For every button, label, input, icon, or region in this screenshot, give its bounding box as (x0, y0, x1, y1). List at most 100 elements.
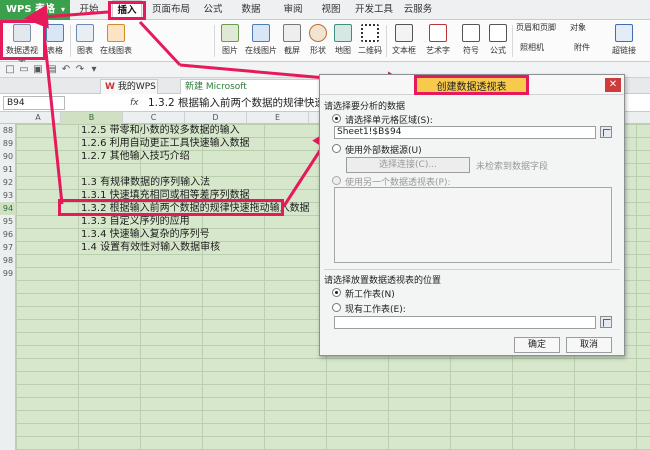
wordart-button[interactable]: 艺术字 (422, 22, 454, 60)
save-icon[interactable]: ▣ (32, 64, 44, 76)
link-icon (615, 24, 633, 42)
range-input[interactable]: Sheet1!$B$94 (334, 126, 596, 139)
dialog-divider (324, 269, 620, 270)
cell[interactable]: 1.3 有规律数据的序列输入法 (81, 176, 210, 189)
menu-data[interactable]: 数据 (238, 0, 264, 20)
online-chart-button[interactable]: 在线图表 (98, 22, 134, 60)
radio-external-source[interactable] (332, 144, 341, 153)
section-placement: 请选择放置数据透视表的位置 (324, 276, 442, 286)
no-fields-text: 未检索到数据字段 (476, 162, 549, 172)
chevron-down-icon[interactable]: ▾ (88, 64, 100, 76)
row-header[interactable]: 99 (0, 267, 16, 280)
menu-page-layout[interactable]: 页面布局 (150, 0, 192, 20)
column-header-b[interactable]: B (61, 112, 123, 124)
row-header[interactable]: 95 (0, 215, 16, 228)
shapes-icon (309, 24, 327, 42)
row-header[interactable]: 89 (0, 137, 16, 150)
range-picker-icon[interactable] (600, 316, 612, 328)
radio-other-pivot[interactable] (332, 176, 341, 185)
radio-existing-sheet[interactable] (332, 303, 341, 312)
range-picker-icon[interactable] (600, 126, 612, 138)
picture-button[interactable]: 图片 (218, 22, 242, 60)
radio-select-range[interactable] (332, 114, 341, 123)
select-connection-button[interactable]: 选择连接(C)... (346, 157, 470, 173)
label-new-sheet: 新工作表(N) (345, 290, 395, 300)
cancel-button[interactable]: 取消 (566, 337, 612, 353)
row-header-selected[interactable]: 94 (0, 202, 16, 215)
row-header[interactable]: 96 (0, 228, 16, 241)
column-header-d[interactable]: D (185, 112, 247, 124)
textbox-button[interactable]: 文本框 (390, 22, 418, 60)
menu-bar: WPS 表格 ▾ 开始 插入 页面布局 公式 数据 审阅 视图 开发工具 云服务 (0, 0, 650, 20)
map-button[interactable]: 地图 (332, 22, 354, 60)
row-header[interactable]: 92 (0, 176, 16, 189)
row-header[interactable]: 93 (0, 189, 16, 202)
wordart-icon (429, 24, 447, 42)
ok-button[interactable]: 确定 (514, 337, 560, 353)
bar-chart-icon (76, 24, 94, 42)
cell[interactable]: 1.3.4 快速输入复杂的序列号 (81, 228, 210, 241)
section-select-data: 请选择要分析的数据 (324, 102, 406, 112)
header-footer-button[interactable]: 页眉和页脚 (516, 22, 566, 40)
menu-developer[interactable]: 开发工具 (354, 0, 394, 20)
tab-my-wps[interactable]: W 我的WPS (100, 79, 158, 94)
chart-button[interactable]: 图表 (74, 22, 96, 60)
menu-view[interactable]: 视图 (318, 0, 344, 20)
label-select-range: 请选择单元格区域(S): (345, 116, 433, 126)
qrcode-icon (361, 24, 379, 42)
existing-sheet-input[interactable] (334, 316, 596, 329)
tab-new-workbook[interactable]: 新建 Microsoft (180, 79, 320, 94)
label-external-source: 使用外部数据源(U) (345, 146, 422, 156)
hyperlink-button[interactable]: 超链接 (608, 22, 640, 60)
symbol-button[interactable]: 符号 (458, 22, 484, 60)
highlight-insert-tab (108, 1, 146, 20)
cell[interactable]: 1.4 设置有效性对输入数据审核 (81, 241, 220, 254)
shapes-button[interactable]: 形状 (306, 22, 330, 60)
online-picture-button[interactable]: 在线图片 (244, 22, 278, 60)
menu-cloud[interactable]: 云服务 (400, 0, 436, 20)
wps-app-menu-button[interactable]: WPS 表格 ▾ (0, 0, 70, 20)
object-button[interactable]: 对象 (570, 22, 600, 40)
menu-review[interactable]: 审阅 (280, 0, 306, 20)
label-existing-sheet: 现有工作表(E): (345, 305, 406, 315)
menu-home[interactable]: 开始 (76, 0, 102, 20)
cell[interactable]: 1.2.7 其他输入技巧介绍 (81, 150, 190, 163)
close-icon[interactable]: ✕ (605, 78, 621, 92)
qrcode-button[interactable]: 二维码 (356, 22, 384, 60)
table-button[interactable]: 表格 (44, 22, 66, 60)
cell[interactable]: 1.3.3 自定义序列的应用 (81, 215, 190, 228)
undo-icon[interactable]: ↶ (60, 64, 72, 76)
column-header-a[interactable]: A (16, 112, 61, 124)
formula-input[interactable]: 1.3.2 根据输入前两个数据的规律快速指 (148, 95, 336, 111)
open-folder-icon[interactable]: ▭ (18, 64, 30, 76)
row-header[interactable]: 98 (0, 254, 16, 267)
ribbon-separator (386, 25, 387, 57)
name-box[interactable]: B94 (3, 96, 65, 110)
new-file-icon[interactable]: □ (4, 64, 16, 76)
app-name: WPS 表格 (6, 4, 56, 15)
ribbon-separator (512, 25, 513, 57)
radio-new-sheet[interactable] (332, 288, 341, 297)
redo-icon[interactable]: ↷ (74, 64, 86, 76)
column-header-c[interactable]: C (123, 112, 185, 124)
picture-icon (221, 24, 239, 42)
row-header[interactable]: 90 (0, 150, 16, 163)
menu-formulas[interactable]: 公式 (200, 0, 226, 20)
online-chart-icon (107, 24, 125, 42)
attachment-button[interactable]: 附件 (574, 42, 602, 58)
row-header[interactable]: 91 (0, 163, 16, 176)
row-header[interactable]: 88 (0, 124, 16, 137)
dialog-title: 创建数据透视表 (414, 75, 529, 95)
row-header[interactable]: 97 (0, 241, 16, 254)
screenshot-button[interactable]: 截屏 (280, 22, 304, 60)
pivot-list[interactable] (334, 187, 612, 263)
camera-button[interactable]: 照相机 (520, 42, 558, 58)
wps-logo-icon: W (105, 82, 115, 92)
equation-button[interactable]: 公式 (486, 22, 510, 60)
cell[interactable]: 1.2.5 带零和小数的较多数据的输入 (81, 124, 240, 137)
fx-icon[interactable]: fx (130, 96, 144, 110)
print-icon[interactable]: ▤ (46, 64, 58, 76)
map-icon (334, 24, 352, 42)
cell[interactable]: 1.2.6 利用自动更正工具快速输入数据 (81, 137, 250, 150)
column-header-e[interactable]: E (247, 112, 309, 124)
